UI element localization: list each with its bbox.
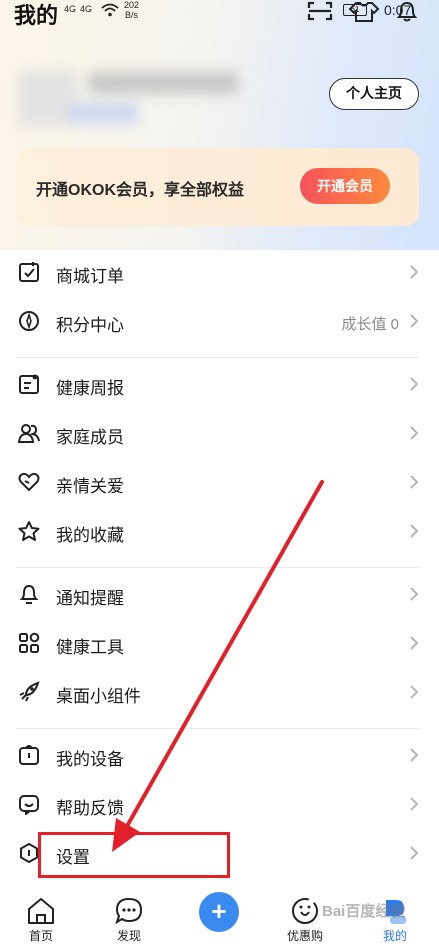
personal-homepage-button[interactable]: 个人主页 xyxy=(329,78,419,110)
menu-item-label: 亲情关爱 xyxy=(56,477,124,496)
menu-item-points-center[interactable]: 积分中心 成长值 0 xyxy=(0,299,439,343)
menu-item-desktop-widgets[interactable]: 桌面小组件 xyxy=(0,670,439,714)
menu-item-label: 我的设备 xyxy=(56,750,124,769)
chevron-right-icon xyxy=(410,314,419,328)
family-icon xyxy=(18,424,40,443)
chevron-right-icon xyxy=(410,426,419,440)
menu-item-mall-orders[interactable]: 商城订单 xyxy=(0,250,439,294)
device-icon xyxy=(19,745,39,765)
chevron-right-icon xyxy=(410,265,419,279)
chevron-right-icon xyxy=(410,846,419,860)
shirt-icon[interactable] xyxy=(348,0,380,22)
rocket-icon xyxy=(19,681,40,702)
annotation-highlight-box xyxy=(38,832,230,878)
chat-bubble-icon xyxy=(115,897,143,925)
report-icon xyxy=(19,374,39,394)
menu-item-my-devices[interactable]: 我的设备 xyxy=(0,733,439,777)
receipt-icon xyxy=(19,262,39,282)
menu-item-my-favorites[interactable]: 我的收藏 xyxy=(0,509,439,553)
bell-icon xyxy=(19,584,39,604)
chevron-right-icon xyxy=(410,475,419,489)
open-vip-button[interactable]: 开通会员 xyxy=(300,168,390,204)
chevron-right-icon xyxy=(410,636,419,650)
grid-icon xyxy=(19,632,40,653)
chevron-right-icon xyxy=(410,685,419,699)
page-title: 我的 xyxy=(14,3,59,28)
menu-item-label: 桌面小组件 xyxy=(56,687,141,706)
wifi-icon xyxy=(101,3,119,17)
chevron-right-icon xyxy=(410,377,419,391)
menu-item-label: 帮助反馈 xyxy=(56,799,124,818)
smile-chat-icon xyxy=(19,795,39,815)
add-button[interactable]: + xyxy=(199,892,239,932)
points-icon xyxy=(19,311,39,331)
signal-indicator: 4G xyxy=(64,4,77,14)
vip-promo-text: 开通OKOK会员，享全部权益 xyxy=(36,182,245,199)
menu-item-label: 我的收藏 xyxy=(56,526,124,545)
scan-icon[interactable] xyxy=(306,0,334,22)
section-divider xyxy=(16,728,419,729)
menu-item-label: 商城订单 xyxy=(56,267,124,286)
network-speed-unit: B/s xyxy=(125,10,139,20)
chevron-right-icon xyxy=(410,797,419,811)
menu-item-help-feedback[interactable]: 帮助反馈 xyxy=(0,782,439,826)
menu-item-label: 家庭成员 xyxy=(56,428,124,447)
menu-item-health-tools[interactable]: 健康工具 xyxy=(0,621,439,665)
tab-home[interactable]: 首页 xyxy=(1,880,81,949)
user-id-blurred xyxy=(68,102,138,124)
settings-hex-icon xyxy=(20,843,38,863)
network-speed: 202 B/s xyxy=(124,0,139,20)
tab-label: 首页 xyxy=(28,929,53,943)
home-icon xyxy=(28,898,54,924)
tab-label: 优惠购 xyxy=(286,929,323,943)
network-speed-value: 202 xyxy=(124,0,140,10)
growth-value: 成长值 0 xyxy=(341,316,399,333)
vip-banner[interactable]: 开通OKOK会员，享全部权益 开通会员 xyxy=(16,148,419,226)
user-profile-blurred[interactable] xyxy=(18,66,248,128)
menu-item-family-care[interactable]: 亲情关爱 xyxy=(0,460,439,504)
watermark: Bai百度经验 xyxy=(322,903,406,920)
menu-item-health-weekly[interactable]: 健康周报 xyxy=(0,362,439,406)
star-icon xyxy=(18,521,40,541)
section-divider xyxy=(16,357,419,358)
menu-item-label: 积分中心 xyxy=(56,316,124,335)
coupon-icon xyxy=(292,898,318,924)
heart-icon xyxy=(18,472,40,492)
menu-item-notifications[interactable]: 通知提醒 xyxy=(0,572,439,616)
username-blurred xyxy=(88,72,238,94)
tab-label: 发现 xyxy=(116,929,141,943)
tab-label: 我的 xyxy=(382,929,407,943)
menu-item-label: 健康周报 xyxy=(56,379,124,398)
menu-item-label: 健康工具 xyxy=(56,638,124,657)
menu-item-label: 通知提醒 xyxy=(56,589,124,608)
menu-item-family-members[interactable]: 家庭成员 xyxy=(0,411,439,455)
notification-bell-icon[interactable] xyxy=(394,0,420,22)
tab-discover[interactable]: 发现 xyxy=(89,880,169,949)
section-divider xyxy=(16,567,419,568)
chevron-right-icon xyxy=(410,748,419,762)
chevron-right-icon xyxy=(410,587,419,601)
signal-indicator-2: 4G xyxy=(80,4,93,14)
chevron-right-icon xyxy=(410,524,419,538)
